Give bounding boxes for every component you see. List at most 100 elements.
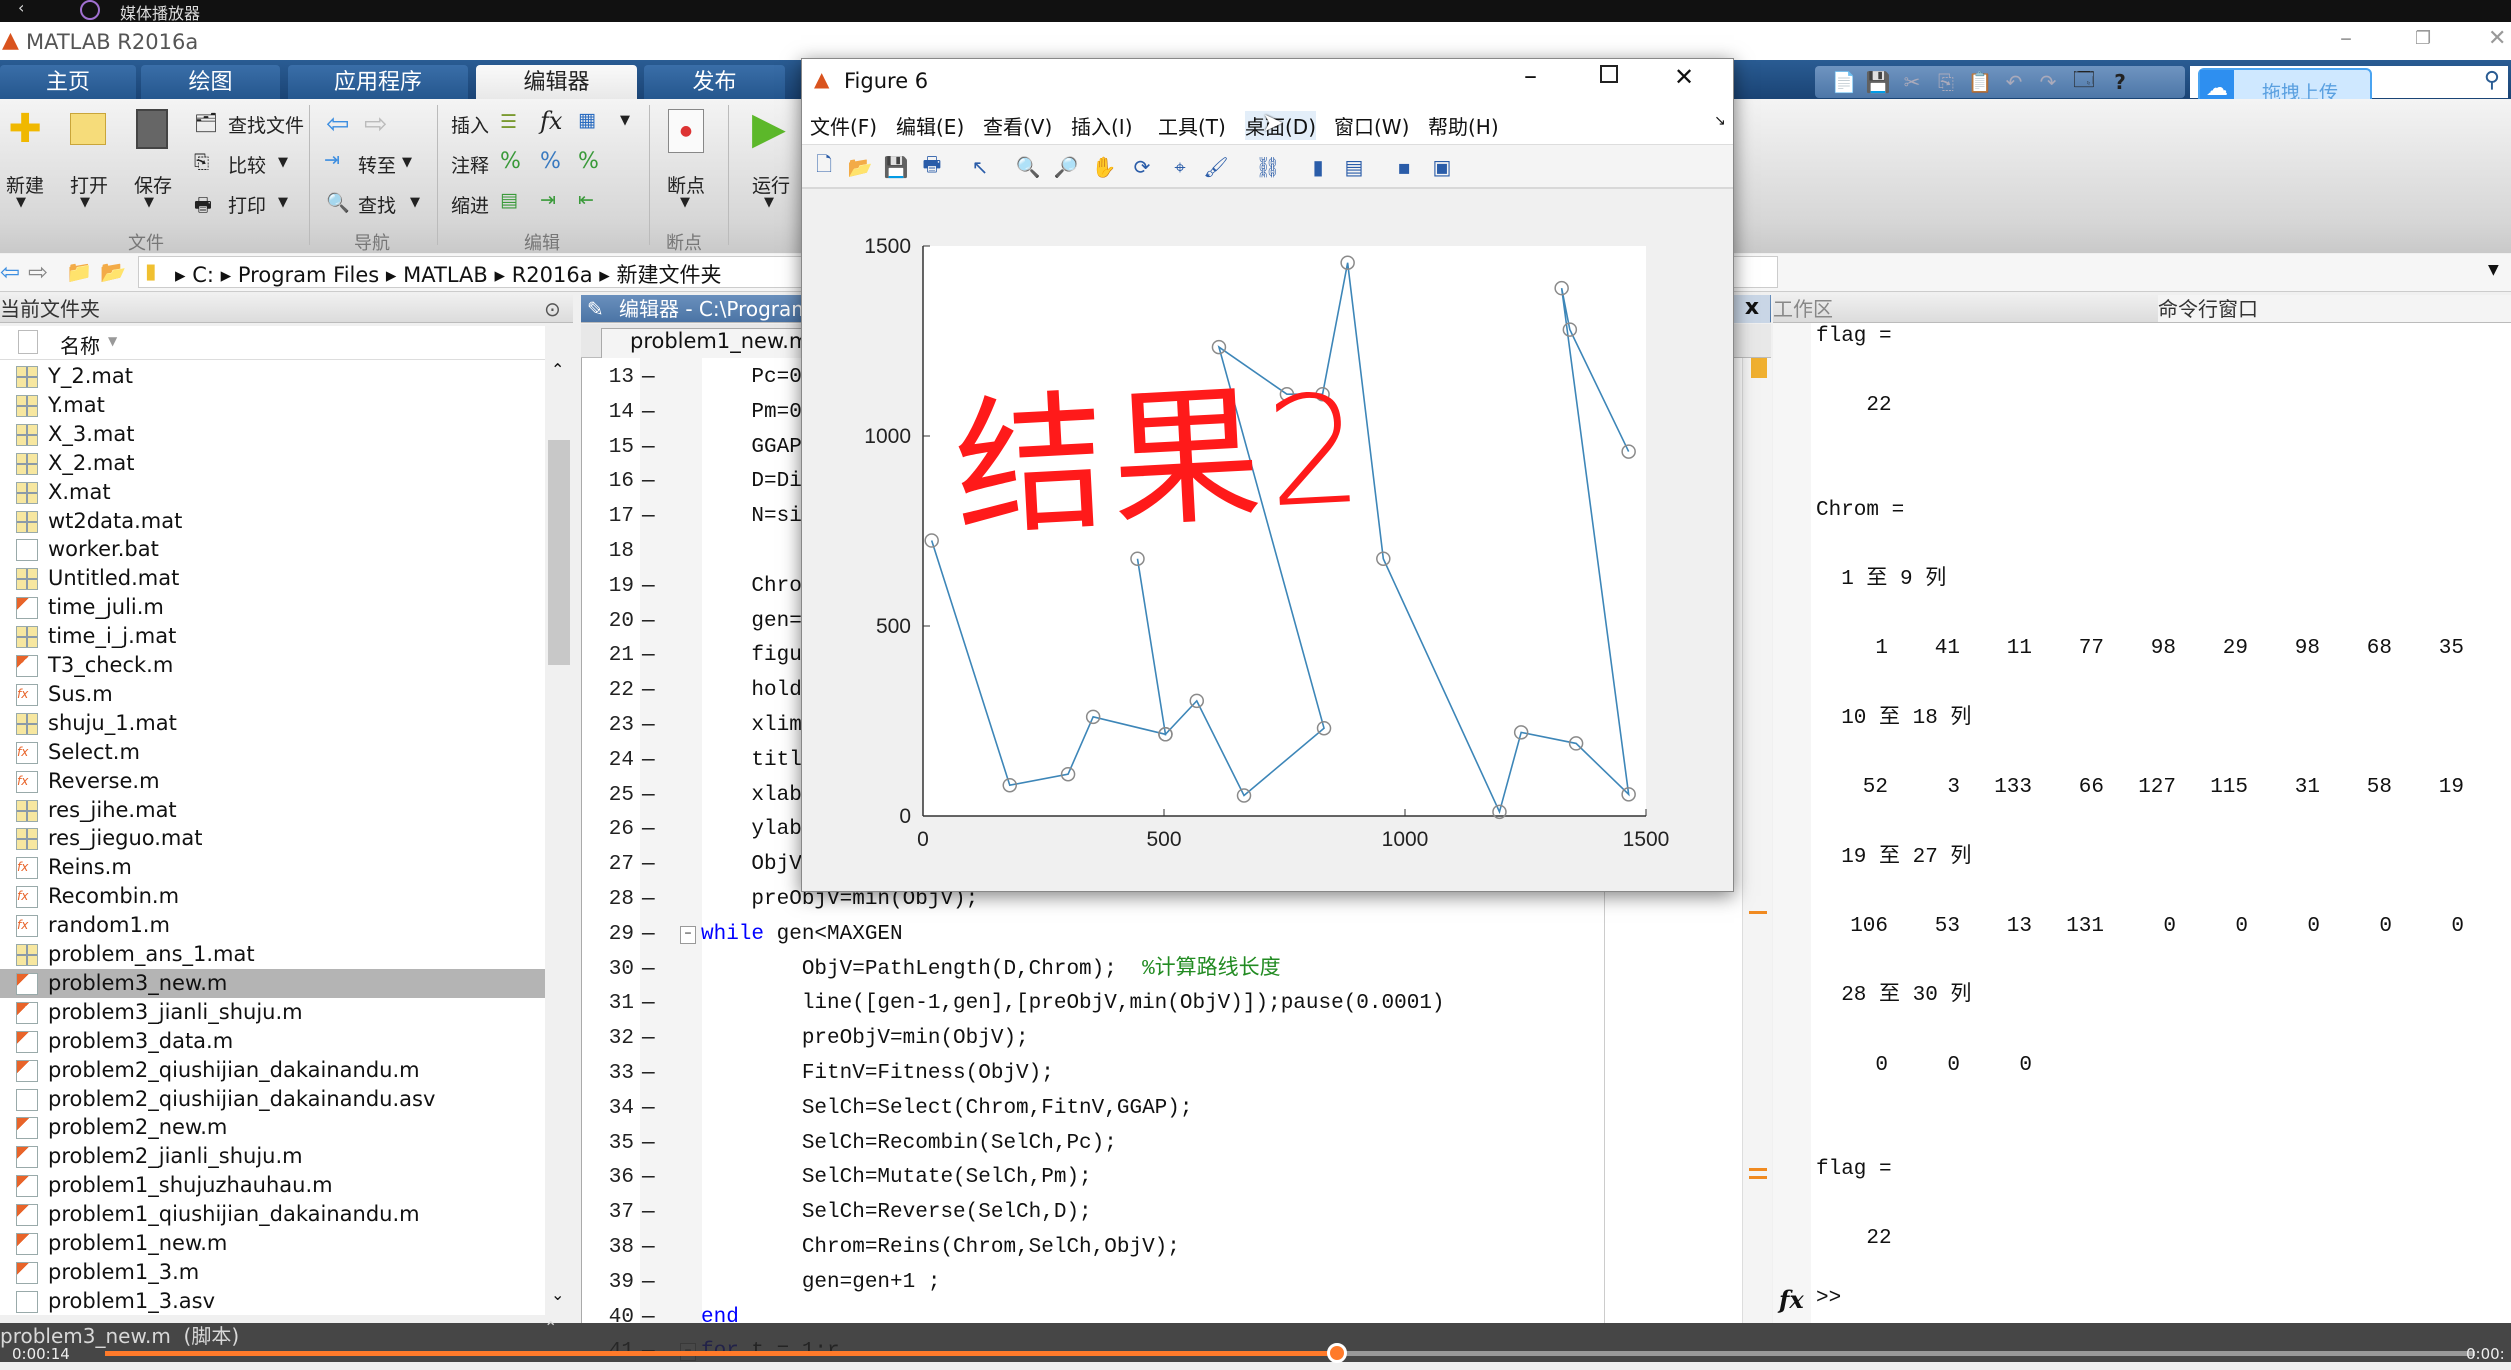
new-button[interactable]: 新建: [6, 171, 44, 198]
scroll-down-icon[interactable]: ⌄: [551, 1285, 564, 1304]
breadcrumb-separator-icon[interactable]: ▸: [214, 263, 238, 287]
breadcrumb-item[interactable]: 新建文件夹: [617, 263, 722, 287]
chevron-down-icon[interactable]: ▼: [144, 195, 154, 210]
code-line[interactable]: 29 — − while gen<MAXGEN: [582, 918, 1742, 953]
figure-menu-item[interactable]: 插入(I): [1071, 111, 1133, 140]
rotate-icon[interactable]: ⟳: [1126, 151, 1158, 183]
file-list-item[interactable]: problem_ans_1.mat: [0, 940, 545, 969]
insert-section-icon[interactable]: ☰: [500, 111, 517, 133]
column-name[interactable]: 名称: [60, 330, 100, 359]
chevron-down-icon[interactable]: ▼: [680, 195, 690, 210]
file-list-item[interactable]: res_jieguo.mat: [0, 824, 545, 853]
file-list-item[interactable]: problem1_qiushijian_dakainandu.m: [0, 1200, 545, 1229]
file-list-item[interactable]: fx Reins.m: [0, 853, 545, 882]
tab-editor[interactable]: 编辑器: [476, 65, 637, 100]
breakpoints-icon[interactable]: ●: [668, 109, 704, 153]
insert-function-button[interactable]: fx: [540, 107, 562, 135]
insert-local-function-icon[interactable]: ▦: [578, 109, 596, 131]
file-list-item[interactable]: fx Select.m: [0, 738, 545, 767]
breakpoint-marker[interactable]: —: [642, 1022, 655, 1057]
decrease-indent-icon[interactable]: ⇤: [578, 189, 594, 211]
breakpoint-marker[interactable]: —: [642, 953, 655, 988]
zoom-out-icon[interactable]: 🔎: [1050, 151, 1082, 183]
help-icon[interactable]: ?: [2107, 68, 2133, 96]
command-prompt[interactable]: >>: [1816, 1287, 1841, 1310]
breakpoint-marker[interactable]: —: [642, 361, 655, 396]
code-line[interactable]: 31 — line([gen-1,gen],[preObjV,min(ObjV)]…: [582, 987, 1742, 1022]
switch-windows-icon[interactable]: 🗔: [2071, 67, 2097, 96]
breakpoint-marker[interactable]: —: [642, 1266, 655, 1301]
figure-menu-item[interactable]: 文件(F): [810, 111, 877, 140]
breakpoint-marker[interactable]: —: [642, 1057, 655, 1092]
file-list-item[interactable]: problem3_data.m: [0, 1027, 545, 1056]
open-button[interactable]: 打开: [70, 171, 108, 198]
file-list-item[interactable]: Y_2.mat: [0, 362, 545, 391]
colorbar-icon[interactable]: ▮: [1302, 151, 1334, 183]
progress-handle[interactable]: [1327, 1343, 1348, 1363]
brush-icon[interactable]: 🖌: [1200, 151, 1232, 183]
chevron-down-icon[interactable]: ▼: [278, 155, 288, 170]
show-plot-tools-icon[interactable]: ▣: [1426, 151, 1458, 183]
breadcrumb-separator-icon[interactable]: ▸: [175, 263, 192, 287]
breakpoint-marker[interactable]: —: [642, 987, 655, 1022]
breadcrumb-item[interactable]: C:: [192, 263, 214, 287]
file-list-item[interactable]: wt2data.mat: [0, 507, 545, 536]
warning-marker[interactable]: [1749, 911, 1767, 914]
minimize-button[interactable]: –: [2340, 24, 2352, 52]
copy-icon[interactable]: ⎘: [1933, 68, 1959, 96]
file-list-item[interactable]: fx Sus.m: [0, 680, 545, 709]
code-line[interactable]: 37 — SelCh=Reverse(SelCh,D);: [582, 1196, 1742, 1231]
compare-button[interactable]: 比较: [228, 151, 266, 178]
forward-icon[interactable]: ⇨: [28, 258, 48, 286]
chevron-down-icon[interactable]: ▼: [2488, 262, 2499, 278]
breakpoint-marker[interactable]: —: [642, 1092, 655, 1127]
progress-track[interactable]: [105, 1343, 2475, 1363]
breakpoint-marker[interactable]: —: [642, 1231, 655, 1266]
breakpoint-marker[interactable]: —: [642, 1127, 655, 1162]
fold-toggle-icon[interactable]: −: [680, 925, 696, 944]
redo-icon[interactable]: ↷: [2035, 68, 2061, 96]
link-icon[interactable]: ⛓: [1252, 151, 1284, 183]
file-list-item[interactable]: fx Recombin.m: [0, 882, 545, 911]
legend-icon[interactable]: ▤: [1338, 151, 1370, 183]
maximize-button[interactable]: ❐: [2415, 28, 2431, 49]
goto-button[interactable]: 转至: [358, 151, 396, 178]
warning-indicator[interactable]: [1751, 358, 1767, 378]
run-button[interactable]: 运行: [752, 171, 790, 198]
file-list-item[interactable]: problem3_new.m: [0, 968, 545, 998]
file-list-item[interactable]: res_jihe.mat: [0, 796, 545, 825]
chevron-down-icon[interactable]: ▼: [402, 155, 412, 170]
uncomment-icon[interactable]: %: [540, 149, 561, 174]
up-folder-icon[interactable]: 📁: [66, 260, 92, 285]
file-list-item[interactable]: problem2_new.m: [0, 1113, 545, 1142]
breakpoint-marker[interactable]: —: [642, 465, 655, 500]
chevron-down-icon[interactable]: ▼: [620, 113, 630, 128]
expand-details-icon[interactable]: ⌃: [544, 1318, 557, 1337]
file-list-item[interactable]: time_juli.m: [0, 593, 545, 622]
chevron-down-icon[interactable]: ▼: [764, 195, 774, 210]
save-icon[interactable]: [136, 109, 168, 149]
breadcrumb-item[interactable]: R2016a: [512, 263, 593, 287]
file-list-item[interactable]: X_2.mat: [0, 449, 545, 478]
breadcrumb-item[interactable]: Program Files: [238, 263, 379, 287]
code-line[interactable]: 30 — ObjV=PathLength(D,Chrom); %计算路线长度: [582, 953, 1742, 988]
file-list-item[interactable]: problem1_3.asv: [0, 1287, 545, 1315]
tab-home[interactable]: 主页: [0, 65, 136, 100]
browse-folder-icon[interactable]: 📂: [100, 260, 126, 285]
scroll-up-icon[interactable]: ⌃: [551, 360, 564, 379]
close-button[interactable]: ✕: [1674, 63, 1694, 91]
file-list-item[interactable]: problem2_jianli_shuju.m: [0, 1142, 545, 1171]
undo-icon[interactable]: ↶: [2001, 68, 2027, 96]
pointer-icon[interactable]: ↖: [964, 151, 996, 183]
breakpoint-marker[interactable]: —: [642, 431, 655, 466]
file-list-item[interactable]: problem1_3.m: [0, 1258, 545, 1287]
minimize-button[interactable]: –: [1524, 61, 1537, 91]
file-list-item[interactable]: problem3_jianli_shuju.m: [0, 998, 545, 1027]
chevron-down-icon[interactable]: ▼: [410, 195, 420, 210]
breakpoint-marker[interactable]: —: [642, 605, 655, 640]
scrollbar-thumb[interactable]: [548, 440, 570, 665]
breakpoint-marker[interactable]: —: [642, 1196, 655, 1231]
breakpoint-marker[interactable]: —: [642, 883, 655, 918]
breakpoints-button[interactable]: 断点: [667, 171, 705, 198]
figure-menu-item[interactable]: 编辑(E): [896, 111, 964, 140]
